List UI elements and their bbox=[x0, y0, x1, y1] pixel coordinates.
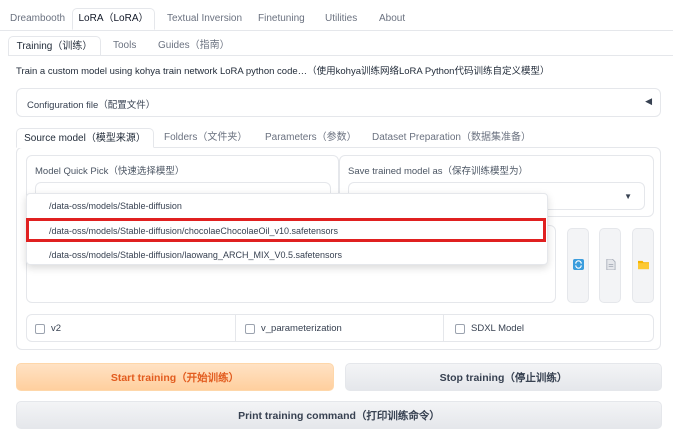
tab-finetuning[interactable]: Finetuning bbox=[258, 10, 305, 28]
dropdown-option[interactable]: /data-oss/models/Stable-diffusion/laowan… bbox=[49, 250, 342, 260]
refresh-icon bbox=[573, 259, 584, 270]
tab-utilities[interactable]: Utilities bbox=[325, 10, 357, 28]
start-training-button[interactable]: Start training（开始训练） bbox=[16, 363, 334, 391]
configuration-file-label: Configuration file（配置文件） bbox=[27, 100, 156, 111]
tab-dreambooth[interactable]: Dreambooth bbox=[10, 10, 65, 28]
sdxl-model-label: SDXL Model bbox=[471, 323, 524, 334]
top-tabs-divider bbox=[0, 30, 673, 31]
tab-about[interactable]: About bbox=[379, 10, 405, 28]
open-file-button[interactable] bbox=[599, 228, 621, 303]
dropdown-option[interactable]: /data-oss/models/Stable-diffusion bbox=[49, 201, 182, 211]
print-training-command-button[interactable]: Print training command（打印训练命令） bbox=[16, 401, 662, 429]
divider bbox=[235, 315, 236, 341]
open-folder-button[interactable] bbox=[632, 228, 654, 303]
tab-guides[interactable]: Guides（指南） bbox=[158, 37, 230, 55]
chevron-down-icon: ▼ bbox=[624, 192, 632, 201]
configuration-file-accordion[interactable]: Configuration file（配置文件） ◀ bbox=[16, 88, 661, 117]
sub-tabs-divider bbox=[8, 55, 673, 56]
page-description: Train a custom model using kohya train n… bbox=[16, 66, 550, 77]
sdxl-model-checkbox[interactable] bbox=[455, 324, 465, 334]
document-icon bbox=[606, 259, 616, 270]
refresh-button[interactable] bbox=[567, 228, 589, 303]
tab-dataset-preparation[interactable]: Dataset Preparation（数据集准备） bbox=[372, 129, 531, 147]
stop-training-button[interactable]: Stop training（停止训练） bbox=[345, 363, 662, 391]
save-model-as-label: Save trained model as（保存训练模型为） bbox=[348, 166, 529, 177]
tab-training[interactable]: Training（训练） bbox=[8, 36, 101, 56]
folder-icon bbox=[638, 260, 649, 270]
v2-label: v2 bbox=[51, 323, 62, 334]
model-options-row: v2 v_parameterization SDXL Model bbox=[26, 314, 654, 342]
tab-lora[interactable]: LoRA（LoRA） bbox=[72, 8, 155, 30]
tab-textual-inversion[interactable]: Textual Inversion bbox=[167, 10, 242, 28]
model-quick-pick-label: Model Quick Pick（快速选择模型） bbox=[35, 166, 185, 177]
tab-tools[interactable]: Tools bbox=[113, 37, 136, 55]
v-parameterization-label: v_parameterization bbox=[261, 323, 342, 334]
v-parameterization-checkbox[interactable] bbox=[245, 324, 255, 334]
tab-parameters[interactable]: Parameters（参数） bbox=[265, 129, 357, 147]
collapse-arrow-icon[interactable]: ◀ bbox=[645, 96, 652, 107]
highlight-annotation bbox=[26, 218, 546, 242]
divider bbox=[443, 315, 444, 341]
tab-folders[interactable]: Folders（文件夹） bbox=[164, 129, 247, 147]
v2-checkbox[interactable] bbox=[35, 324, 45, 334]
tab-source-model[interactable]: Source model（模型来源） bbox=[16, 128, 154, 148]
